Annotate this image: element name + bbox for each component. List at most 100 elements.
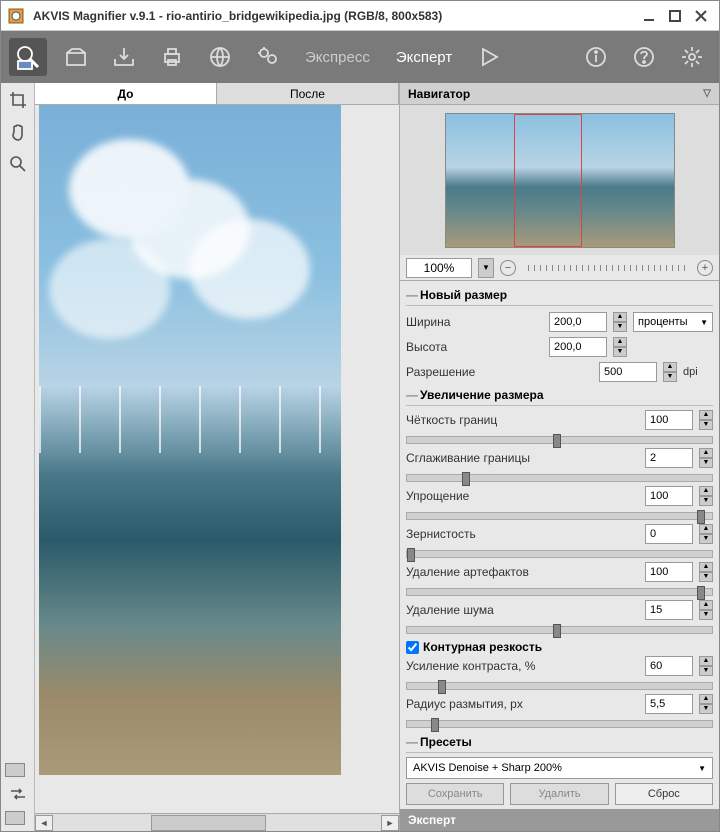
width-spinner[interactable]: ▲▼ <box>613 312 627 332</box>
unsharp-title: Контурная резкость <box>423 640 542 654</box>
height-label: Высота <box>406 340 543 354</box>
dpi-label: dpi <box>683 366 713 378</box>
grain-label: Зернистость <box>406 527 639 541</box>
preset-delete-button[interactable]: Удалить <box>510 783 608 805</box>
contrast-input[interactable] <box>645 656 693 676</box>
zoom-controls: 100% ▼ − + <box>400 255 719 281</box>
edge-smooth-input[interactable] <box>645 448 693 468</box>
navigator-header: Навигатор ▽ <box>400 83 719 105</box>
edge-sharpness-slider[interactable] <box>406 436 713 444</box>
run-icon[interactable] <box>470 38 508 76</box>
help-icon[interactable] <box>625 38 663 76</box>
preset-reset-button[interactable]: Сброс <box>615 783 713 805</box>
zoom-tool-icon[interactable] <box>5 151 31 177</box>
edge-sharpness-input[interactable] <box>645 410 693 430</box>
navigator-viewport[interactable] <box>514 114 582 247</box>
open-file-icon[interactable] <box>57 38 95 76</box>
center-panel: До После ◄ ► <box>35 83 399 831</box>
edge-smooth-slider[interactable] <box>406 474 713 482</box>
scroll-right-icon[interactable]: ► <box>381 815 399 831</box>
grain-spinner[interactable]: ▲▼ <box>699 524 713 544</box>
zoom-in-icon[interactable]: + <box>697 260 713 276</box>
noise-slider[interactable] <box>406 626 713 634</box>
edge-smooth-spinner[interactable]: ▲▼ <box>699 448 713 468</box>
width-label: Ширина <box>406 315 543 329</box>
edge-sharpness-spinner[interactable]: ▲▼ <box>699 410 713 430</box>
preset-dropdown[interactable]: AKVIS Denoise + Sharp 200% ▼ <box>406 757 713 779</box>
simplify-label: Упрощение <box>406 489 639 503</box>
unsharp-checkbox[interactable] <box>406 641 419 654</box>
print-icon[interactable] <box>153 38 191 76</box>
swap-colors-icon[interactable] <box>5 781 31 807</box>
units-dropdown[interactable]: проценты▼ <box>633 312 713 332</box>
zoom-value[interactable]: 100% <box>406 258 472 278</box>
navigator-thumbnail[interactable] <box>445 113 675 248</box>
contrast-slider[interactable] <box>406 682 713 690</box>
zoom-out-icon[interactable]: − <box>500 260 516 276</box>
tab-after[interactable]: После <box>217 83 399 104</box>
height-spinner[interactable]: ▲▼ <box>613 337 627 357</box>
preview-tabs: До После <box>35 83 399 105</box>
grain-slider[interactable] <box>406 550 713 558</box>
unsharp-group: Контурная резкость <box>406 638 713 656</box>
collapse-icon[interactable]: ▽ <box>703 83 711 105</box>
left-toolbar <box>1 83 35 831</box>
app-window: AKVIS Magnifier v.9.1 - rio-antirio_brid… <box>0 0 720 832</box>
enlarge-group-title: Увеличение размера <box>406 385 713 406</box>
info-icon[interactable] <box>577 38 615 76</box>
bg-color-swatch[interactable] <box>5 811 25 825</box>
mode-express[interactable]: Экспресс <box>297 49 378 66</box>
magnifier-tool-icon[interactable] <box>9 38 47 76</box>
noise-label: Удаление шума <box>406 603 639 617</box>
navigator-panel <box>400 105 719 255</box>
navigator-title: Навигатор <box>408 83 470 105</box>
main-toolbar: Экспресс Эксперт <box>1 31 719 83</box>
radius-spinner[interactable]: ▲▼ <box>699 694 713 714</box>
noise-spinner[interactable]: ▲▼ <box>699 600 713 620</box>
share-icon[interactable] <box>201 38 239 76</box>
radius-label: Радиус размытия, px <box>406 697 639 711</box>
resolution-input[interactable] <box>599 362 657 382</box>
radius-slider[interactable] <box>406 720 713 728</box>
preset-save-button[interactable]: Сохранить <box>406 783 504 805</box>
mode-expert[interactable]: Эксперт <box>388 49 460 66</box>
zoom-slider[interactable] <box>528 265 685 271</box>
radius-input[interactable] <box>645 694 693 714</box>
horizontal-scrollbar[interactable]: ◄ ► <box>35 813 399 831</box>
resolution-label: Разрешение <box>406 365 593 379</box>
maximize-button[interactable] <box>663 6 687 26</box>
noise-input[interactable] <box>645 600 693 620</box>
width-input[interactable] <box>549 312 607 332</box>
hand-tool-icon[interactable] <box>5 119 31 145</box>
grain-input[interactable] <box>645 524 693 544</box>
artifact-slider[interactable] <box>406 588 713 596</box>
resolution-spinner[interactable]: ▲▼ <box>663 362 677 382</box>
simplify-input[interactable] <box>645 486 693 506</box>
crop-tool-icon[interactable] <box>5 87 31 113</box>
canvas[interactable] <box>35 105 399 813</box>
batch-icon[interactable] <box>249 38 287 76</box>
close-button[interactable] <box>689 6 713 26</box>
window-title: AKVIS Magnifier v.9.1 - rio-antirio_brid… <box>33 9 635 23</box>
simplify-slider[interactable] <box>406 512 713 520</box>
zoom-dropdown-icon[interactable]: ▼ <box>478 258 494 278</box>
artifact-input[interactable] <box>645 562 693 582</box>
expert-footer[interactable]: Эксперт <box>400 809 719 831</box>
scroll-left-icon[interactable]: ◄ <box>35 815 53 831</box>
contrast-label: Усиление контраста, % <box>406 659 639 673</box>
settings-icon[interactable] <box>673 38 711 76</box>
preset-selected: AKVIS Denoise + Sharp 200% <box>413 762 562 774</box>
app-icon <box>7 7 25 25</box>
scroll-thumb[interactable] <box>151 815 266 831</box>
tab-before[interactable]: До <box>35 83 217 104</box>
artifact-spinner[interactable]: ▲▼ <box>699 562 713 582</box>
height-input[interactable] <box>549 337 607 357</box>
fg-color-swatch[interactable] <box>5 763 25 777</box>
minimize-button[interactable] <box>637 6 661 26</box>
save-file-icon[interactable] <box>105 38 143 76</box>
preview-image <box>39 105 341 775</box>
app-body: До После ◄ ► Навигатор ▽ <box>1 83 719 831</box>
titlebar: AKVIS Magnifier v.9.1 - rio-antirio_brid… <box>1 1 719 31</box>
contrast-spinner[interactable]: ▲▼ <box>699 656 713 676</box>
simplify-spinner[interactable]: ▲▼ <box>699 486 713 506</box>
